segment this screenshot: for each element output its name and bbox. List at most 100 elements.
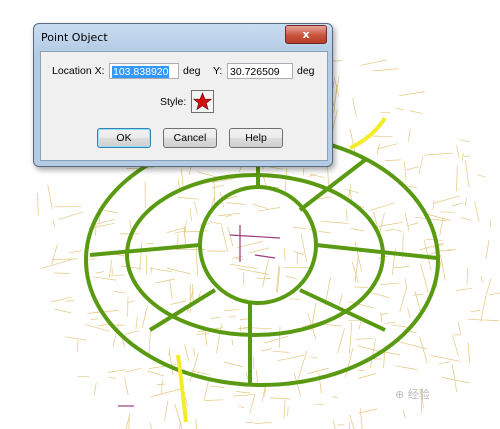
point-object-dialog: Point Object x Location X: 103.838920 de…: [33, 23, 333, 167]
minor-road: [261, 348, 272, 352]
minor-road: [113, 291, 127, 294]
minor-road: [161, 379, 163, 395]
title-bar[interactable]: Point Object x: [34, 24, 332, 50]
minor-road: [209, 221, 223, 225]
minor-road: [194, 201, 198, 215]
minor-road: [51, 244, 58, 265]
minor-road: [239, 318, 250, 320]
minor-road: [231, 256, 243, 259]
watermark-text: ⊕ 经验: [395, 387, 430, 401]
minor-road: [248, 247, 270, 254]
minor-road: [293, 250, 305, 255]
minor-road: [90, 318, 98, 320]
minor-road: [183, 230, 209, 233]
minor-road: [407, 222, 419, 227]
minor-road: [235, 391, 251, 394]
minor-road: [354, 241, 363, 272]
minor-road: [344, 188, 360, 194]
minor-road: [385, 228, 395, 232]
minor-road: [124, 367, 142, 373]
y-unit-label: deg: [297, 65, 315, 77]
location-y-label: Y:: [213, 65, 223, 77]
minor-road: [377, 143, 398, 150]
minor-road: [195, 247, 199, 277]
minor-road: [252, 356, 255, 370]
ok-button[interactable]: OK: [97, 128, 151, 148]
minor-road: [470, 309, 481, 313]
minor-road: [440, 211, 455, 213]
minor-road: [227, 226, 234, 247]
minor-road: [282, 266, 310, 269]
minor-road: [372, 68, 399, 72]
minor-road: [124, 330, 140, 335]
minor-road: [396, 107, 405, 111]
minor-road: [451, 202, 463, 207]
minor-road: [293, 227, 307, 230]
minor-road: [285, 275, 298, 280]
minor-road: [95, 224, 97, 236]
minor-road: [399, 91, 425, 96]
minor-road: [231, 339, 234, 346]
minor-road: [193, 348, 196, 356]
minor-road: [104, 210, 118, 213]
minor-road: [408, 128, 411, 142]
minor-road: [404, 212, 410, 232]
minor-road: [354, 286, 369, 289]
minor-road: [339, 293, 343, 305]
minor-road: [407, 308, 411, 319]
minor-road: [406, 166, 419, 171]
minor-road: [284, 168, 287, 195]
minor-road: [464, 197, 467, 206]
minor-road: [224, 309, 239, 311]
minor-road: [221, 226, 229, 252]
minor-road: [438, 361, 451, 365]
minor-road: [428, 250, 443, 255]
minor-road: [188, 166, 192, 175]
minor-road: [155, 278, 176, 284]
minor-road: [95, 271, 104, 274]
minor-road: [237, 268, 269, 275]
location-y-input[interactable]: 30.726509: [227, 63, 293, 79]
minor-road: [235, 258, 243, 261]
minor-road: [166, 267, 191, 275]
minor-road: [170, 300, 186, 305]
close-icon: x: [302, 28, 310, 41]
minor-road: [264, 335, 288, 344]
location-x-input[interactable]: 103.838920: [109, 63, 179, 79]
minor-road: [249, 394, 256, 414]
minor-road: [139, 241, 143, 271]
cancel-button[interactable]: Cancel: [163, 128, 217, 148]
minor-road: [166, 227, 186, 234]
minor-road: [47, 184, 53, 210]
location-x-label: Location X:: [52, 65, 105, 77]
minor-road: [289, 298, 300, 300]
minor-road: [456, 165, 458, 192]
minor-road: [164, 400, 169, 422]
minor-road: [54, 272, 70, 274]
inner-ring-road: [198, 185, 318, 305]
minor-road: [178, 197, 199, 200]
minor-road: [296, 252, 299, 265]
minor-road: [408, 185, 417, 188]
minor-road: [337, 328, 345, 354]
help-button[interactable]: Help: [229, 128, 283, 148]
minor-road: [66, 300, 74, 302]
minor-road: [245, 372, 249, 380]
minor-road: [352, 98, 357, 117]
minor-road: [433, 195, 461, 204]
close-button[interactable]: x: [285, 25, 327, 44]
minor-road: [189, 208, 192, 222]
minor-road: [357, 369, 365, 372]
minor-road: [467, 342, 470, 363]
minor-road: [225, 214, 232, 217]
minor-road: [238, 405, 245, 409]
minor-road: [278, 326, 281, 349]
minor-road: [370, 338, 376, 368]
minor-road: [273, 350, 289, 353]
location-x-value: 103.838920: [112, 66, 170, 78]
minor-road: [418, 156, 424, 174]
style-button[interactable]: [191, 90, 214, 113]
minor-road: [394, 229, 402, 232]
minor-road: [456, 145, 460, 158]
minor-road: [474, 201, 480, 222]
